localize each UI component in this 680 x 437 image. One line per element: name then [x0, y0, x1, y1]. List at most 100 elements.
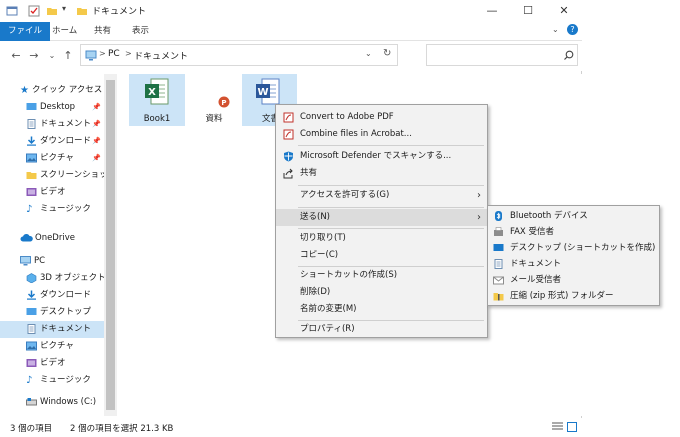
menu-item-combine-acrobat[interactable]: Combine files in Acrobat... — [276, 126, 487, 143]
desktop-icon — [493, 244, 504, 251]
videos-icon — [26, 188, 37, 196]
help-icon[interactable]: ? — [567, 24, 578, 35]
menu-item-share[interactable]: 共有 — [276, 165, 487, 182]
back-button[interactable]: ← — [8, 47, 24, 65]
desktop-folder-icon — [26, 103, 37, 110]
videos-icon — [26, 359, 37, 367]
send-to-documents[interactable]: ドキュメント — [488, 256, 659, 272]
nav-scrollbar[interactable] — [104, 74, 117, 416]
nav-item-videos[interactable]: ビデオ — [0, 184, 104, 201]
menu-item-delete[interactable]: 削除(D) — [276, 284, 487, 301]
folder-icon — [26, 172, 37, 179]
large-icons-view-icon[interactable] — [567, 422, 577, 432]
new-folder-quick-icon[interactable] — [46, 5, 58, 17]
up-button[interactable]: ↑ — [60, 47, 76, 65]
menu-item-convert-pdf[interactable]: Convert to Adobe PDF — [276, 109, 487, 126]
music-icon: ♪ — [26, 375, 33, 386]
defender-shield-icon — [284, 151, 293, 162]
menu-item-create-shortcut[interactable]: ショートカットの作成(S) — [276, 267, 487, 284]
recent-locations-icon[interactable]: ⌄ — [44, 47, 60, 65]
send-to-submenu: Bluetooth デバイス FAX 受信者 デスクトップ (ショートカットを作… — [487, 205, 660, 306]
item-count: 3 個の項目 — [10, 424, 53, 434]
nav-onedrive[interactable]: OneDrive — [0, 230, 104, 247]
nav-pc[interactable]: PC — [0, 253, 104, 270]
fax-icon — [494, 227, 503, 236]
onedrive-cloud-icon — [20, 234, 33, 242]
word-file-icon: W — [256, 78, 280, 105]
nav-pc-music[interactable]: ♪ ミュージック — [0, 372, 104, 389]
send-to-mail-recipient[interactable]: メール受信者 — [488, 272, 659, 288]
maximize-button[interactable]: ☐ — [510, 0, 546, 22]
nav-item-screenshots[interactable]: スクリーンショット — [0, 167, 116, 184]
tab-file[interactable]: ファイル — [0, 22, 51, 41]
minimize-button[interactable]: — — [474, 0, 510, 22]
drive-icon — [26, 398, 37, 406]
nav-item-documents[interactable]: ドキュメント 📌 — [0, 116, 104, 133]
explorer-app-icon[interactable] — [6, 5, 18, 17]
menu-item-give-access[interactable]: アクセスを許可する(G) › — [276, 187, 487, 204]
menu-item-send-to[interactable]: 送る(N) › — [276, 209, 487, 226]
menu-item-properties[interactable]: プロパティ(R) — [276, 321, 487, 338]
nav-item-desktop[interactable]: Desktop 📌 — [0, 99, 104, 116]
send-to-desktop-shortcut[interactable]: デスクトップ (ショートカットを作成) — [488, 240, 659, 256]
nav-pc-downloads[interactable]: ダウンロード — [0, 287, 104, 304]
menu-item-copy[interactable]: コピー(C) — [276, 247, 487, 264]
pictures-icon — [26, 153, 37, 163]
menu-item-rename[interactable]: 名前の変更(M) — [276, 301, 487, 318]
menu-separator — [298, 185, 484, 186]
tab-view[interactable]: 表示 — [124, 22, 157, 41]
menu-separator — [298, 145, 484, 146]
pc-location-icon — [85, 50, 97, 61]
desktop-folder-icon — [26, 308, 37, 315]
file-item-shiryo[interactable]: P 資料 — [187, 74, 241, 126]
expand-ribbon-icon[interactable]: ⌄ — [552, 25, 559, 34]
downloads-icon — [27, 290, 36, 300]
bluetooth-icon — [495, 211, 502, 221]
forward-button[interactable]: → — [26, 47, 42, 65]
nav-pc-desktop[interactable]: デスクトップ — [0, 304, 104, 321]
details-view-icon[interactable] — [552, 422, 563, 432]
nav-item-downloads[interactable]: ダウンロード 📌 — [0, 133, 104, 150]
close-button[interactable]: ✕ — [546, 0, 582, 22]
nav-pc-pictures[interactable]: ピクチャ — [0, 338, 104, 355]
nav-item-pictures[interactable]: ピクチャ 📌 — [0, 150, 104, 167]
pin-icon[interactable]: 📌 — [92, 116, 101, 133]
refresh-icon[interactable]: ↻ — [383, 48, 391, 59]
tab-home[interactable]: ホーム — [44, 22, 85, 41]
search-input[interactable] — [426, 44, 578, 66]
documents-folder-icon — [27, 324, 36, 334]
breadcrumb-pc[interactable]: PC — [108, 49, 120, 59]
tab-share[interactable]: 共有 — [86, 22, 119, 41]
properties-quick-icon[interactable] — [28, 5, 40, 17]
pin-icon[interactable]: 📌 — [92, 133, 101, 150]
nav-pc-videos[interactable]: ビデオ — [0, 355, 104, 372]
file-item-book1[interactable]: X Book1 — [129, 74, 185, 126]
acrobat-icon — [283, 112, 294, 123]
nav-quick-access[interactable]: ★ クイック アクセス — [0, 82, 104, 99]
scrollbar-thumb[interactable] — [106, 80, 115, 410]
pc-icon — [20, 256, 31, 266]
menu-item-defender-scan[interactable]: Microsoft Defender でスキャンする... — [276, 148, 487, 165]
address-bar[interactable]: > PC > ドキュメント ⌄ ↻ — [80, 44, 398, 66]
quick-access-dropdown-icon[interactable]: ▾ — [62, 4, 66, 13]
menu-item-cut[interactable]: 切り取り(T) — [276, 230, 487, 247]
folder-title-icon — [77, 8, 87, 15]
3d-objects-icon — [26, 273, 37, 283]
search-icon — [564, 50, 574, 60]
send-to-fax[interactable]: FAX 受信者 — [488, 224, 659, 240]
pin-icon[interactable]: 📌 — [92, 150, 101, 167]
submenu-chevron-icon: › — [477, 212, 481, 223]
send-to-bluetooth[interactable]: Bluetooth デバイス — [488, 208, 659, 224]
breadcrumb-documents[interactable]: ドキュメント — [134, 49, 188, 62]
nav-pc-3d-objects[interactable]: 3D オブジェクト — [0, 270, 106, 287]
nav-pc-documents[interactable]: ドキュメント — [0, 321, 104, 338]
send-to-zip-folder[interactable]: 圧縮 (zip 形式) フォルダー — [488, 288, 659, 304]
address-dropdown-icon[interactable]: ⌄ — [365, 49, 372, 58]
ribbon-tabs: ファイル ホーム 共有 表示 ⌄ ? — [0, 22, 582, 41]
nav-item-music[interactable]: ♪ ミュージック — [0, 201, 104, 218]
pin-icon[interactable]: 📌 — [92, 99, 101, 116]
nav-pc-windows-c[interactable]: Windows (C:) — [0, 394, 104, 411]
menu-separator — [298, 207, 484, 208]
address-row: ← → ⌄ ↑ > PC > ドキュメント ⌄ ↻ — [0, 41, 582, 71]
context-menu: Convert to Adobe PDF Combine files in Ac… — [275, 104, 488, 338]
